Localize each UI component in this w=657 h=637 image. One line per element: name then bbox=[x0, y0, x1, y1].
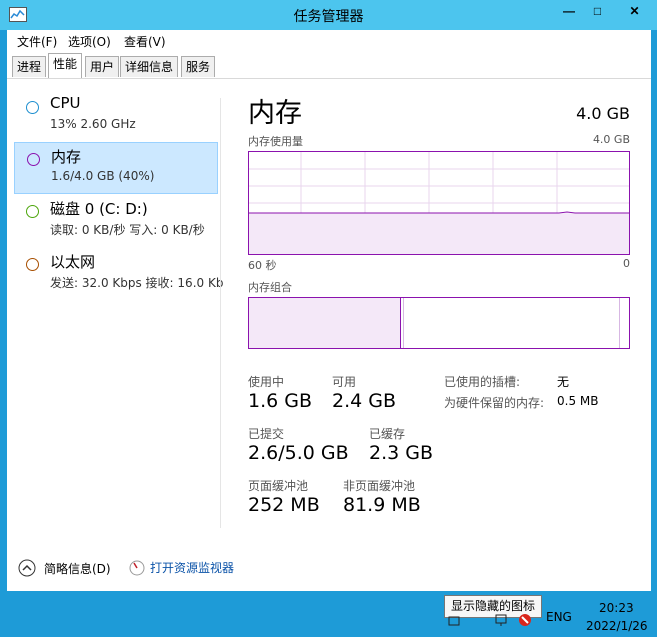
clock-time[interactable]: 20:23 bbox=[599, 601, 634, 615]
minimize-button[interactable]: — bbox=[555, 0, 583, 21]
resource-cpu[interactable]: CPU 13% 2.60 GHz bbox=[14, 91, 216, 141]
paged-pool-label: 页面缓冲池 bbox=[248, 479, 309, 493]
resource-name: 磁盘 0 (C: D:) bbox=[50, 200, 148, 218]
nonpaged-pool-value: 81.9 MB bbox=[343, 494, 421, 516]
memory-composition-bar bbox=[248, 297, 630, 349]
memory-detail-pane: 内存 4.0 GB 内存使用量 4.0 GB 60 秒 0 内存组合 使用中 1… bbox=[248, 88, 638, 558]
volume-muted-icon[interactable] bbox=[518, 613, 532, 627]
graph-time-left: 60 秒 bbox=[248, 259, 277, 272]
tab-users[interactable]: 用户 bbox=[85, 56, 120, 77]
client-area: 文件(F) 选项(O) 查看(V) 进程 性能 用户 详细信息 服务 CPU 1… bbox=[7, 30, 651, 591]
task-manager-window: 任务管理器 — □ ✕ 文件(F) 选项(O) 查看(V) 进程 性能 用户 详… bbox=[0, 0, 657, 597]
in-use-label: 使用中 bbox=[248, 375, 285, 389]
composition-in-use[interactable] bbox=[249, 298, 401, 348]
resource-detail: 发送: 32.0 Kbps 接收: 16.0 Kb bbox=[50, 276, 224, 290]
resource-ethernet[interactable]: 以太网 发送: 32.0 Kbps 接收: 16.0 Kb bbox=[14, 248, 223, 298]
slots-label: 已使用的插槽: bbox=[444, 375, 521, 389]
disk-circle-icon bbox=[26, 205, 39, 218]
language-indicator[interactable]: ENG bbox=[546, 610, 572, 624]
title-bar[interactable]: 任务管理器 — □ ✕ bbox=[0, 0, 657, 30]
resource-name: 以太网 bbox=[50, 253, 96, 271]
pane-splitter[interactable] bbox=[220, 98, 221, 528]
ethernet-circle-icon bbox=[26, 258, 39, 271]
available-value: 2.4 GB bbox=[332, 390, 397, 412]
reserved-label: 为硬件保留的内存: bbox=[444, 396, 545, 410]
slots-value: 无 bbox=[557, 375, 570, 389]
resource-detail: 13% 2.60 GHz bbox=[50, 117, 136, 131]
composition-standby[interactable] bbox=[619, 298, 620, 348]
composition-label: 内存组合 bbox=[248, 281, 292, 294]
resource-memory[interactable]: 内存 1.6/4.0 GB (40%) bbox=[14, 142, 218, 194]
footer-bar: 简略信息(D) 打开资源监视器 bbox=[7, 550, 651, 586]
chevron-up-icon bbox=[18, 559, 36, 577]
committed-value: 2.6/5.0 GB bbox=[248, 442, 349, 464]
usage-line bbox=[249, 211, 629, 214]
usage-graph-label: 内存使用量 bbox=[248, 135, 303, 148]
usage-graph-max: 4.0 GB bbox=[592, 133, 630, 146]
cpu-circle-icon bbox=[26, 101, 39, 114]
available-label: 可用 bbox=[332, 375, 357, 389]
paged-pool-value: 252 MB bbox=[248, 494, 320, 516]
menu-options[interactable]: 选项(O) bbox=[65, 33, 114, 50]
show-hidden-icons-icon[interactable] bbox=[447, 613, 461, 627]
memory-circle-icon bbox=[27, 153, 40, 166]
fewer-details-label: 简略信息(D) bbox=[44, 561, 111, 576]
in-use-value: 1.6 GB bbox=[248, 390, 313, 412]
close-icon: ✕ bbox=[629, 4, 640, 18]
tab-processes[interactable]: 进程 bbox=[12, 56, 47, 77]
fewer-details-button[interactable]: 简略信息(D) bbox=[18, 559, 111, 577]
tab-bar: 进程 性能 用户 详细信息 服务 bbox=[7, 52, 651, 79]
menu-view[interactable]: 查看(V) bbox=[121, 33, 169, 50]
cached-value: 2.3 GB bbox=[369, 442, 434, 464]
committed-label: 已提交 bbox=[248, 427, 285, 441]
memory-title: 内存 bbox=[248, 98, 302, 129]
resource-monitor-label: 打开资源监视器 bbox=[150, 561, 235, 575]
reserved-value: 0.5 MB bbox=[557, 394, 599, 408]
memory-total: 4.0 GB bbox=[576, 104, 630, 123]
resource-detail: 1.6/4.0 GB (40%) bbox=[51, 169, 155, 183]
resource-name: 内存 bbox=[51, 148, 82, 166]
tab-details[interactable]: 详细信息 bbox=[120, 56, 179, 77]
resource-list: CPU 13% 2.60 GHz 内存 1.6/4.0 GB (40%) 磁盘 … bbox=[7, 78, 223, 548]
clock-date[interactable]: 2022/1/26 bbox=[586, 619, 648, 633]
minimize-icon: — bbox=[563, 4, 575, 18]
close-button[interactable]: ✕ bbox=[612, 0, 657, 21]
tab-services[interactable]: 服务 bbox=[181, 56, 216, 77]
maximize-button[interactable]: □ bbox=[584, 0, 611, 21]
usage-area bbox=[249, 213, 629, 254]
graph-time-right: 0 bbox=[623, 257, 630, 270]
tab-performance[interactable]: 性能 bbox=[48, 53, 83, 78]
open-resource-monitor-link[interactable]: 打开资源监视器 bbox=[129, 559, 234, 576]
usage-graph-svg bbox=[249, 152, 629, 254]
composition-modified[interactable] bbox=[403, 298, 404, 348]
resource-monitor-icon bbox=[129, 560, 145, 575]
network-icon[interactable] bbox=[494, 613, 508, 627]
resource-name: CPU bbox=[50, 94, 81, 112]
menu-file[interactable]: 文件(F) bbox=[14, 33, 60, 50]
nonpaged-pool-label: 非页面缓冲池 bbox=[343, 479, 416, 493]
resource-disk[interactable]: 磁盘 0 (C: D:) 读取: 0 KB/秒 写入: 0 KB/秒 bbox=[14, 195, 216, 245]
resource-detail: 读取: 0 KB/秒 写入: 0 KB/秒 bbox=[50, 223, 205, 237]
maximize-icon: □ bbox=[593, 4, 602, 18]
cached-label: 已缓存 bbox=[369, 427, 406, 441]
memory-usage-graph bbox=[248, 151, 630, 255]
menu-bar: 文件(F) 选项(O) 查看(V) bbox=[7, 30, 651, 52]
